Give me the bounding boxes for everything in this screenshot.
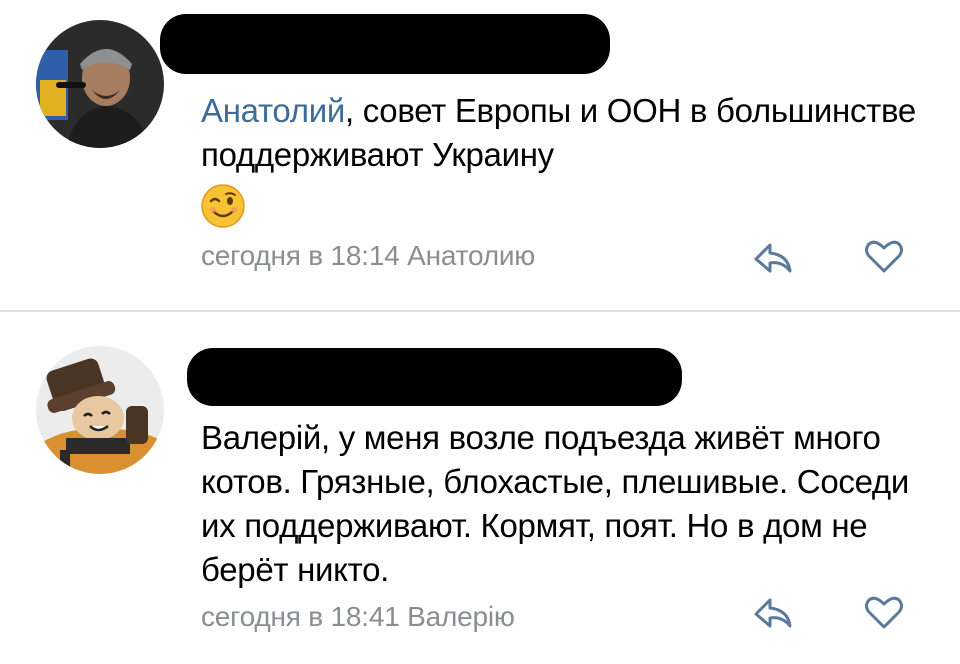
- heart-outline-icon[interactable]: [862, 594, 906, 632]
- comment-1: Анатолий, совет Европы и ООН в большинст…: [0, 0, 960, 310]
- redacted-author-name: [187, 348, 682, 406]
- avatar-cartoon-icon: [36, 346, 164, 474]
- comment-meta: сегодня в 18:14 Анатолию: [201, 240, 536, 271]
- heart-outline-icon[interactable]: [862, 238, 906, 276]
- reply-to-name-link[interactable]: Анатолий: [201, 92, 345, 129]
- avatar-photo-icon: [36, 20, 164, 148]
- comment-meta: сегодня в 18:41 Валерію: [201, 601, 515, 632]
- commenter-avatar[interactable]: [36, 346, 164, 474]
- redacted-author-name: [160, 14, 610, 74]
- winking-face-emoji-icon: [200, 183, 246, 229]
- comment-text: Валерій, у меня возле подъезда живёт мно…: [201, 419, 909, 588]
- commenter-avatar[interactable]: [36, 20, 164, 148]
- reply-arrow-icon[interactable]: [752, 239, 796, 277]
- reply-arrow-icon[interactable]: [752, 594, 796, 632]
- comment-divider: [0, 310, 960, 312]
- comment-2: Валерій, у меня возле подъезда живёт мно…: [0, 318, 960, 664]
- comment-text: Анатолий, совет Европы и ООН в большинст…: [201, 89, 931, 177]
